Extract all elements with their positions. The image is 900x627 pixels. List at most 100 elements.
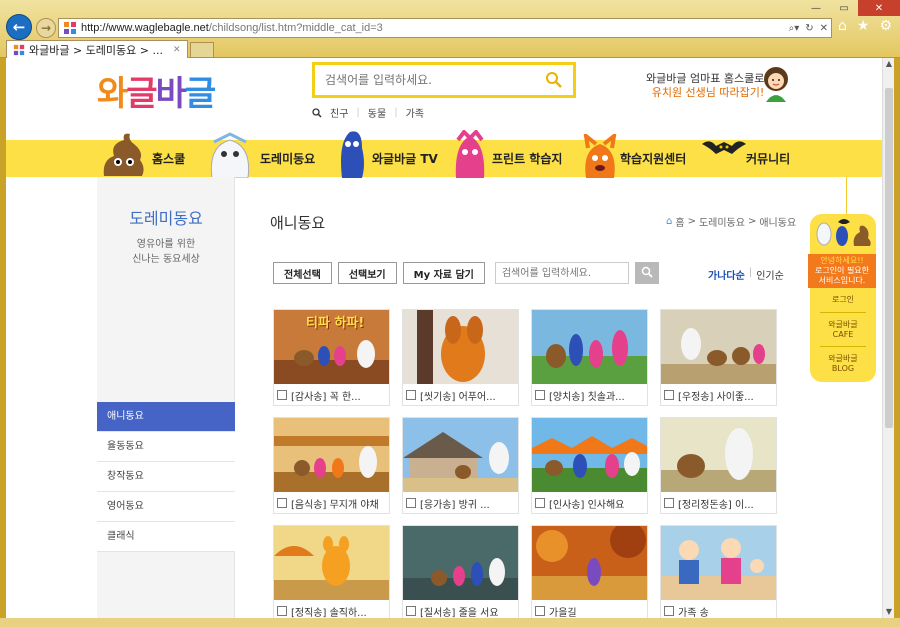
maximize-button[interactable]: ▭ [830, 0, 858, 16]
sort-abc-link[interactable]: 가나다순 [708, 267, 745, 282]
quick-cafe-link[interactable]: 와글바글 CAFE [810, 320, 876, 340]
video-thumbnail[interactable] [661, 526, 776, 600]
video-thumbnail[interactable] [403, 310, 518, 384]
scroll-up-icon[interactable]: ▲ [883, 58, 895, 70]
quick-login-link[interactable]: 로그인 [810, 295, 876, 305]
homeschool-promo[interactable]: 와글바글 엄마표 홈스쿨로 유치원 선생님 따라잡기! [646, 72, 764, 100]
keyword-link[interactable]: 동물 [368, 105, 386, 120]
nav-doremi[interactable]: 도레미동요 [260, 140, 315, 177]
video-checkbox[interactable] [664, 390, 674, 400]
video-card[interactable]: [양치송] 칫솔과... [531, 309, 648, 406]
back-button[interactable]: ← [6, 14, 32, 40]
video-card[interactable]: [인사송] 인사해요 [531, 417, 648, 514]
save-to-my-button[interactable]: My 자료 담기 [402, 262, 485, 284]
select-all-button[interactable]: 전체선택 [273, 262, 332, 284]
sidebar-item-classic[interactable]: 클래식 [97, 522, 235, 552]
sidebar-item-english[interactable]: 영어동요 [97, 492, 235, 522]
video-thumbnail[interactable] [274, 418, 389, 492]
video-card[interactable]: [정직송] 솔직하... [273, 525, 390, 618]
refresh-icon[interactable]: ↻ [802, 23, 816, 34]
video-checkbox[interactable] [664, 498, 674, 508]
video-title[interactable]: [감사송] 꼭 한... [291, 388, 361, 403]
sidebar-item-animation[interactable]: 애니동요 [97, 402, 235, 432]
tools-gear-icon[interactable]: ⚙ [879, 18, 892, 34]
video-card[interactable]: [씻기송] 어푸어... [402, 309, 519, 406]
nav-waglebagle-tv[interactable]: 와글바글 TV [372, 140, 438, 177]
video-title[interactable]: [음식송] 무지개 야채 [291, 496, 379, 511]
video-card[interactable]: 티파 하파! [감사송] 꼭 한... [273, 309, 390, 406]
video-checkbox[interactable] [406, 606, 416, 616]
video-thumbnail[interactable]: 티파 하파! [274, 310, 389, 384]
video-thumbnail[interactable] [661, 418, 776, 492]
address-bar[interactable]: http://www.waglebagle.net/childsong/list… [58, 18, 832, 38]
video-title[interactable]: [정리정돈송] 이... [678, 496, 754, 511]
video-thumbnail[interactable] [532, 310, 647, 384]
browser-chrome: ← → http://www.waglebagle.net/childsong/… [0, 0, 900, 58]
video-card[interactable]: 가을길 [531, 525, 648, 618]
site-logo[interactable]: 와글바글 [97, 66, 216, 115]
video-title[interactable]: [질서송] 줄을 서요 [420, 604, 499, 619]
video-thumbnail[interactable] [532, 418, 647, 492]
video-checkbox[interactable] [406, 390, 416, 400]
video-title[interactable]: [인사송] 인사해요 [549, 496, 624, 511]
video-title[interactable]: [응가송] 방귀 ... [420, 496, 490, 511]
video-card[interactable]: [응가송] 방귀 ... [402, 417, 519, 514]
video-checkbox[interactable] [664, 606, 674, 616]
video-thumbnail[interactable] [661, 310, 776, 384]
video-thumbnail[interactable] [403, 526, 518, 600]
sidebar-item-original[interactable]: 창작동요 [97, 462, 235, 492]
list-search-button[interactable] [634, 262, 659, 284]
keyword-link[interactable]: 친구 [330, 105, 348, 120]
video-card[interactable]: 가족 송 [660, 525, 777, 618]
login-required-alert: 안녕하세요!! 로그인이 필요한 서비스입니다. [808, 254, 876, 288]
video-card[interactable]: [정리정돈송] 이... [660, 417, 777, 514]
search-icon[interactable] [545, 71, 563, 89]
video-checkbox[interactable] [535, 390, 545, 400]
video-checkbox[interactable] [535, 606, 545, 616]
video-title[interactable]: [씻기송] 어푸어... [420, 388, 496, 403]
video-title[interactable]: 가족 송 [678, 604, 709, 619]
search-dropdown-icon[interactable]: ⌕▾ [786, 23, 803, 34]
breadcrumb-item[interactable]: 도레미동요 [699, 214, 745, 229]
video-checkbox[interactable] [277, 390, 287, 400]
scroll-down-icon[interactable]: ▼ [883, 606, 895, 618]
minimize-button[interactable]: — [802, 0, 830, 16]
tab-close-icon[interactable]: ✕ [173, 45, 181, 55]
video-title[interactable]: [정직송] 솔직하... [291, 604, 367, 619]
video-title[interactable]: 가을길 [549, 604, 577, 619]
video-card[interactable]: [질서송] 줄을 서요 [402, 525, 519, 618]
quick-blog-link[interactable]: 와글바글 BLOG [810, 354, 876, 374]
video-card[interactable]: [음식송] 무지개 야채 [273, 417, 390, 514]
nav-learning-support[interactable]: 학습지원센터 [620, 140, 686, 177]
breadcrumb: ⌂ 홈 > 도레미동요 > 애니동요 [666, 214, 797, 229]
keyword-link[interactable]: 가족 [406, 105, 424, 120]
video-checkbox[interactable] [277, 498, 287, 508]
video-checkbox[interactable] [406, 498, 416, 508]
list-search-input[interactable] [494, 262, 629, 284]
sidebar-item-dance[interactable]: 율동동요 [97, 432, 235, 462]
main-search-input[interactable] [325, 73, 545, 87]
video-thumbnail[interactable] [403, 418, 518, 492]
favorites-star-icon[interactable]: ★ [857, 18, 870, 34]
new-tab-button[interactable] [189, 42, 214, 58]
nav-homeschool[interactable]: 홈스쿨 [152, 140, 185, 177]
video-thumbnail[interactable] [532, 526, 647, 600]
sort-popular-link[interactable]: 인기순 [756, 267, 784, 282]
nav-community[interactable]: 커뮤니티 [746, 140, 790, 177]
browser-tab[interactable]: 와글바글 > 도레미동요 > ... ✕ [6, 40, 188, 58]
video-title[interactable]: [양치송] 칫솔과... [549, 388, 625, 403]
video-thumbnail[interactable] [274, 526, 389, 600]
video-title[interactable]: [우정송] 사이좋... [678, 388, 754, 403]
forward-button[interactable]: → [36, 18, 56, 38]
view-selected-button[interactable]: 선택보기 [337, 262, 397, 284]
video-checkbox[interactable] [535, 498, 545, 508]
close-window-button[interactable]: ✕ [858, 0, 900, 16]
video-card[interactable]: [우정송] 사이좋... [660, 309, 777, 406]
vertical-scrollbar[interactable]: ▲ ▼ [882, 58, 894, 618]
video-checkbox[interactable] [277, 606, 287, 616]
stop-icon[interactable]: ✕ [817, 23, 831, 34]
home-icon[interactable]: ⌂ [838, 18, 847, 34]
nav-print-worksheet[interactable]: 프린트 학습지 [492, 140, 562, 177]
breadcrumb-item[interactable]: 홈 [675, 214, 684, 229]
scroll-thumb[interactable] [885, 88, 893, 428]
